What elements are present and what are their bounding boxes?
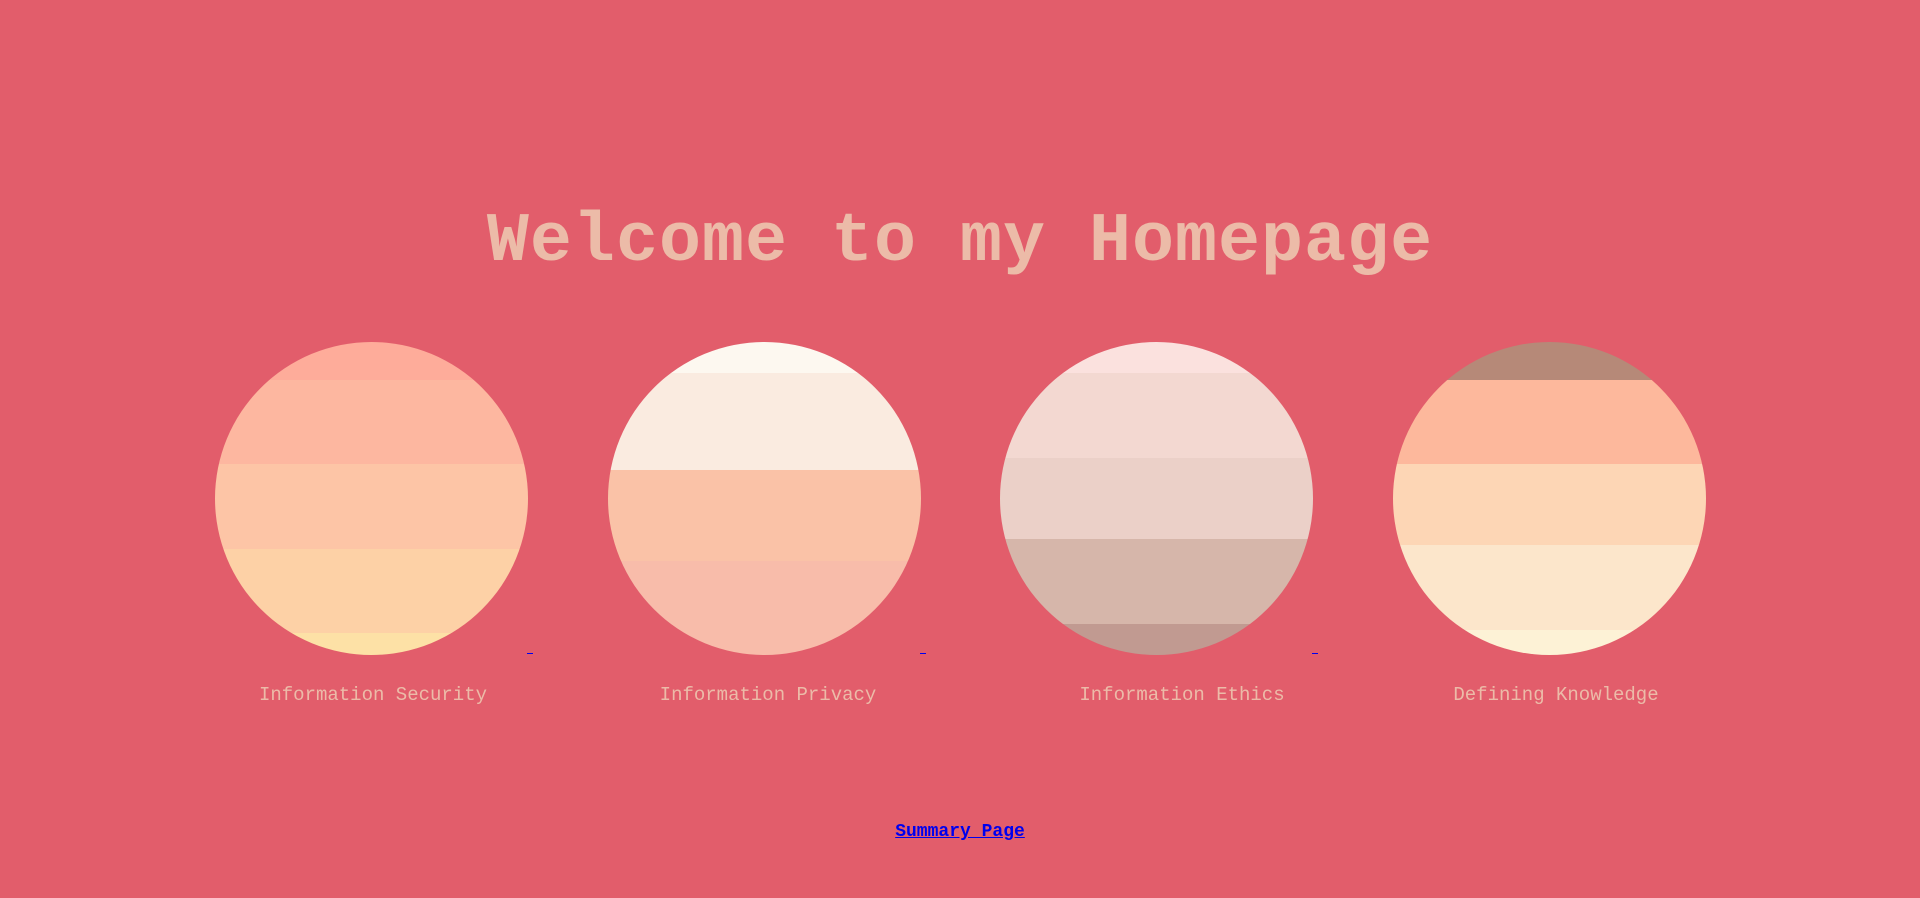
planet-image-information-privacy[interactable] bbox=[608, 342, 921, 655]
planet-band bbox=[608, 373, 921, 471]
planet-band bbox=[215, 548, 528, 634]
planet-link-defining-knowledge[interactable] bbox=[1393, 340, 1709, 658]
link-underline[interactable] bbox=[920, 653, 926, 654]
planet-image-defining-knowledge[interactable] bbox=[1393, 342, 1706, 655]
planet-label-information-privacy: Information Privacy bbox=[659, 684, 877, 706]
homepage: Welcome to my Homepage Information Secur… bbox=[0, 0, 1920, 898]
planet-band bbox=[215, 379, 528, 465]
planet-label-defining-knowledge: Defining Knowledge bbox=[1453, 684, 1659, 706]
planet-band bbox=[1000, 623, 1313, 655]
link-underline[interactable] bbox=[527, 653, 533, 654]
planet-band bbox=[1000, 539, 1313, 624]
planet-band bbox=[1000, 457, 1313, 540]
summary-link-container: Summary Page bbox=[0, 822, 1920, 842]
planet-link-information-ethics[interactable] bbox=[1000, 340, 1318, 658]
planet-band bbox=[1393, 464, 1706, 546]
planet-band bbox=[1393, 379, 1706, 465]
planet-band bbox=[1393, 629, 1706, 655]
planet-band bbox=[1000, 373, 1313, 458]
planet-band bbox=[608, 561, 921, 655]
planet-link-information-security[interactable] bbox=[215, 340, 533, 658]
planet-label-information-ethics: Information Ethics bbox=[1079, 684, 1285, 706]
planet-image-information-security[interactable] bbox=[215, 342, 528, 655]
planet-link-information-privacy[interactable] bbox=[608, 340, 926, 658]
planet-band bbox=[215, 633, 528, 655]
planet-band bbox=[215, 342, 528, 380]
summary-page-link[interactable]: Summary Page bbox=[895, 822, 1025, 842]
planet-label-information-security: Information Security bbox=[258, 684, 488, 706]
planet-band bbox=[1393, 545, 1706, 630]
planet-image-information-ethics[interactable] bbox=[1000, 342, 1313, 655]
planet-band bbox=[608, 342, 921, 374]
planet-band bbox=[1000, 342, 1313, 374]
planet-band bbox=[1393, 342, 1706, 380]
planet-band bbox=[215, 464, 528, 549]
link-underline[interactable] bbox=[1312, 653, 1318, 654]
planet-band bbox=[608, 470, 921, 562]
page-title: Welcome to my Homepage bbox=[486, 203, 1434, 282]
